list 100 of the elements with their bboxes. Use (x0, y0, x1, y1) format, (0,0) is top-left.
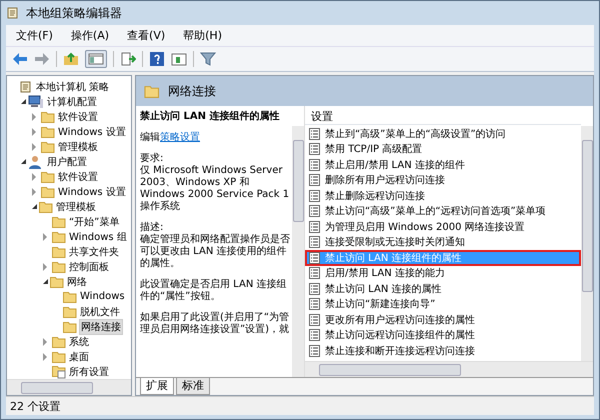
filter-icon[interactable] (200, 51, 216, 67)
setting-row[interactable]: 禁止删除远程访问连接 (305, 188, 581, 204)
forward-icon[interactable] (34, 52, 50, 66)
tree-item[interactable]: Windows 组 (68, 230, 128, 244)
description-paragraph: 此设置确定是否启用 LAN 连接组件的“属性”按钮。 (140, 279, 288, 303)
folder-icon (41, 126, 55, 138)
folder-icon (144, 84, 160, 98)
vertical-scrollbar[interactable] (581, 126, 593, 361)
setting-icon (309, 128, 320, 140)
window-view-icon[interactable] (171, 51, 187, 67)
setting-icon (309, 314, 320, 326)
tree-item[interactable]: Windows (79, 291, 126, 302)
window-title: 本地组策略编辑器 (26, 4, 122, 22)
setting-row[interactable]: 删除所有用户远程访问连接 (305, 172, 581, 188)
description-paragraph: 要求: 仅 Microsoft Windows Server 2003、Windows XP 和 Windows 2000 Service Pack 1 操作系统 (140, 153, 290, 213)
tree-item[interactable]: 所有设置 (68, 364, 110, 378)
folder-icon (41, 186, 55, 198)
status-text: 22 个设置 (10, 398, 60, 414)
tree-item[interactable]: “开始”菜单 (68, 214, 120, 228)
setting-icon (309, 252, 320, 264)
folder-icon (52, 246, 66, 258)
folder-icon (63, 290, 77, 302)
setting-icon (309, 267, 320, 280)
setting-row[interactable]: 禁止连接和断开连接远程访问连接 (305, 343, 581, 358)
setting-icon (309, 143, 320, 156)
tree-item[interactable]: 控制面板 (68, 260, 110, 274)
folder-icon (41, 140, 55, 152)
vertical-scrollbar[interactable] (292, 126, 304, 377)
setting-icon (309, 329, 320, 342)
tree-view-icon[interactable] (85, 50, 107, 68)
column-header[interactable]: 设置 (305, 108, 581, 125)
setting-icon (309, 298, 320, 310)
setting-icon (309, 236, 320, 248)
tree-item[interactable]: 系统 (68, 334, 90, 348)
setting-icon (309, 344, 320, 357)
folder-icon (52, 216, 66, 228)
folder-up-icon[interactable] (63, 52, 79, 66)
help-icon[interactable] (149, 51, 165, 67)
folder-icon (63, 320, 77, 332)
setting-icon (309, 174, 320, 186)
setting-icon (309, 205, 320, 218)
computer-icon (28, 94, 44, 108)
setting-icon (309, 158, 320, 171)
menu-item[interactable]: 帮助(H) (181, 28, 224, 43)
setting-row[interactable]: 禁止访问“新建连接向导” (305, 296, 581, 312)
setting-row[interactable]: 为管理员启用 Windows 2000 网络连接设置 (305, 219, 581, 234)
section-heading: 网络连接 (168, 82, 216, 100)
folder-icon (52, 230, 66, 242)
menu-item[interactable]: 查看(V) (125, 28, 168, 43)
policy-settings-link[interactable]: 策略设置 (160, 132, 200, 143)
tree-item[interactable]: 桌面 (68, 350, 90, 364)
tree-item[interactable]: 网络连接 (79, 318, 123, 334)
setting-row[interactable]: 禁用 TCP/IP 高级配置 (305, 142, 581, 157)
setting-icon (309, 282, 320, 295)
setting-icon (309, 220, 320, 233)
folder-icon (39, 200, 53, 212)
scroll-icon (19, 80, 33, 94)
folder-icon (52, 336, 66, 348)
folder-icon (41, 110, 55, 122)
menu-item[interactable]: 操作(A) (68, 28, 112, 43)
folder-icon (50, 276, 64, 288)
export-icon[interactable] (120, 51, 136, 67)
tree-item[interactable]: Windows 设置 (57, 124, 127, 138)
user-icon (28, 154, 44, 168)
folder-icon (52, 350, 66, 362)
setting-row[interactable]: 更改所有用户远程访问连接的属性 (305, 312, 581, 328)
setting-icon (309, 190, 320, 202)
setting-row[interactable]: 禁止访问 LAN 连接的属性 (305, 281, 581, 296)
tab[interactable]: 标准 (176, 378, 210, 395)
settings-icon (52, 364, 66, 378)
tree-item[interactable]: 管理模板 (55, 200, 97, 214)
app-icon (6, 6, 20, 20)
horizontal-scrollbar[interactable] (305, 361, 593, 377)
tree-item[interactable]: Windows 设置 (57, 184, 127, 198)
tree-item[interactable]: 网络 (66, 274, 88, 288)
tree-item[interactable]: 共享文件夹 (68, 244, 120, 258)
menu-item[interactable]: 文件(F) (14, 28, 55, 43)
tree-item[interactable]: 脱机文件 (79, 304, 121, 318)
tree-item[interactable]: 用户配置 (46, 154, 88, 168)
tree-item[interactable]: 计算机配置 (46, 94, 98, 108)
tree-item[interactable]: 管理模板 (57, 140, 99, 154)
setting-row[interactable]: 禁止启用/禁用 LAN 连接的组件 (305, 157, 581, 172)
tree-item[interactable]: 软件设置 (57, 170, 99, 184)
folder-icon (52, 260, 66, 272)
setting-row[interactable]: 连接受限制或无连接时关闭通知 (305, 234, 581, 250)
tree-item[interactable]: 软件设置 (57, 110, 99, 124)
folder-icon (41, 170, 55, 182)
policy-title: 禁止访问 LAN 连接组件的属性 (140, 111, 280, 123)
setting-row[interactable]: 启用/禁用 LAN 连接的能力 (305, 266, 581, 281)
tab[interactable]: 扩展 (140, 378, 174, 395)
horizontal-scrollbar[interactable] (7, 379, 131, 395)
setting-row[interactable]: 禁止到“高级”菜单上的“高级设置”的访问 (305, 126, 581, 142)
description-paragraph: 描述: 确定管理员和网络配置操作员是否可以更改由 LAN 连接使用的组件的属性。 (140, 222, 290, 270)
folder-icon (63, 306, 77, 318)
setting-row[interactable]: 禁止访问“高级”菜单上的“远程访问首选项”菜单项 (305, 204, 581, 219)
edit-label: 编辑 (140, 132, 160, 143)
back-icon[interactable] (12, 52, 28, 66)
tree-item[interactable]: 本地计算机 策略 (35, 80, 110, 94)
description-paragraph: 如果启用了此设置(并启用了“为管理员启用网络连接设置”设置)，就 (140, 312, 290, 336)
setting-row[interactable]: 禁止访问远程访问连接组件的属性 (305, 328, 581, 343)
